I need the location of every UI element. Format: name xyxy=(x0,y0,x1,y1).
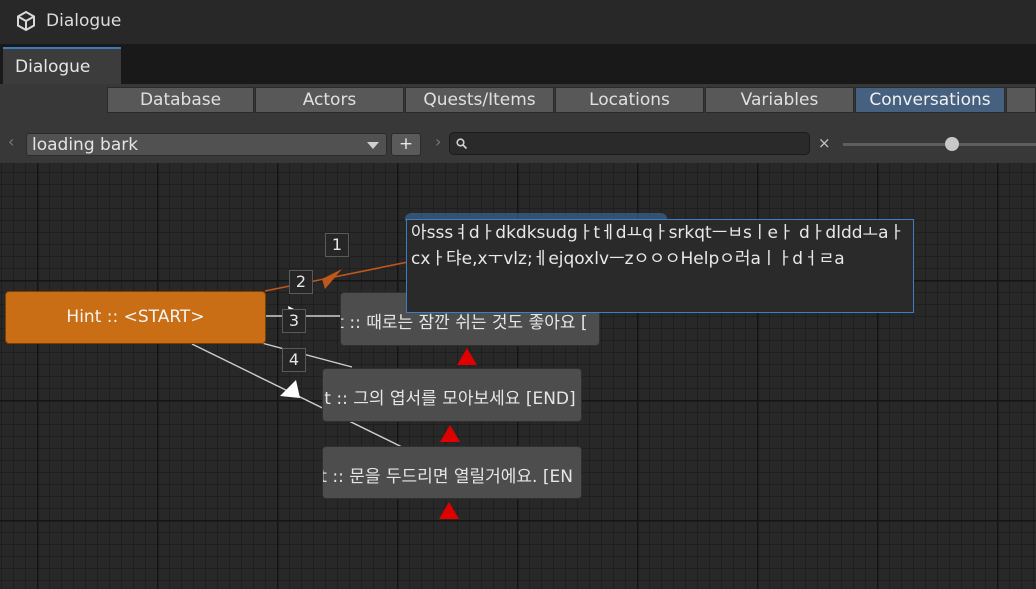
node-marker-icon xyxy=(457,348,477,365)
link-number-2[interactable]: 2 xyxy=(289,270,313,294)
link-arrow-2 xyxy=(322,269,342,289)
start-node[interactable]: Hint :: <START> xyxy=(5,291,266,344)
node-text-editor[interactable]: 아sssㅕdㅏdkdksudgㅏtㅔdㅛqㅏsrkqtㅡㅂsㅣeㅏ dㅏdldd… xyxy=(406,219,914,313)
dialogue-node-2-label: Hint :: 그의 엽서를 모아보세요 [END] xyxy=(322,389,576,409)
link-number-1[interactable]: 1 xyxy=(325,233,349,257)
link-number-3[interactable]: 3 xyxy=(282,309,306,333)
link-number-4[interactable]: 4 xyxy=(282,348,306,372)
dialogue-node-3[interactable]: Hint :: 문을 두드리면 열릴거에요. [EN xyxy=(322,446,582,499)
node-marker-icon xyxy=(439,502,459,519)
node-marker-icon xyxy=(440,425,460,442)
dialogue-node-3-label: Hint :: 문을 두드리면 열릴거에요. [EN xyxy=(323,467,573,487)
dialogue-node-2[interactable]: Hint :: 그의 엽서를 모아보세요 [END] xyxy=(322,368,582,422)
link-line-2 xyxy=(264,261,409,292)
